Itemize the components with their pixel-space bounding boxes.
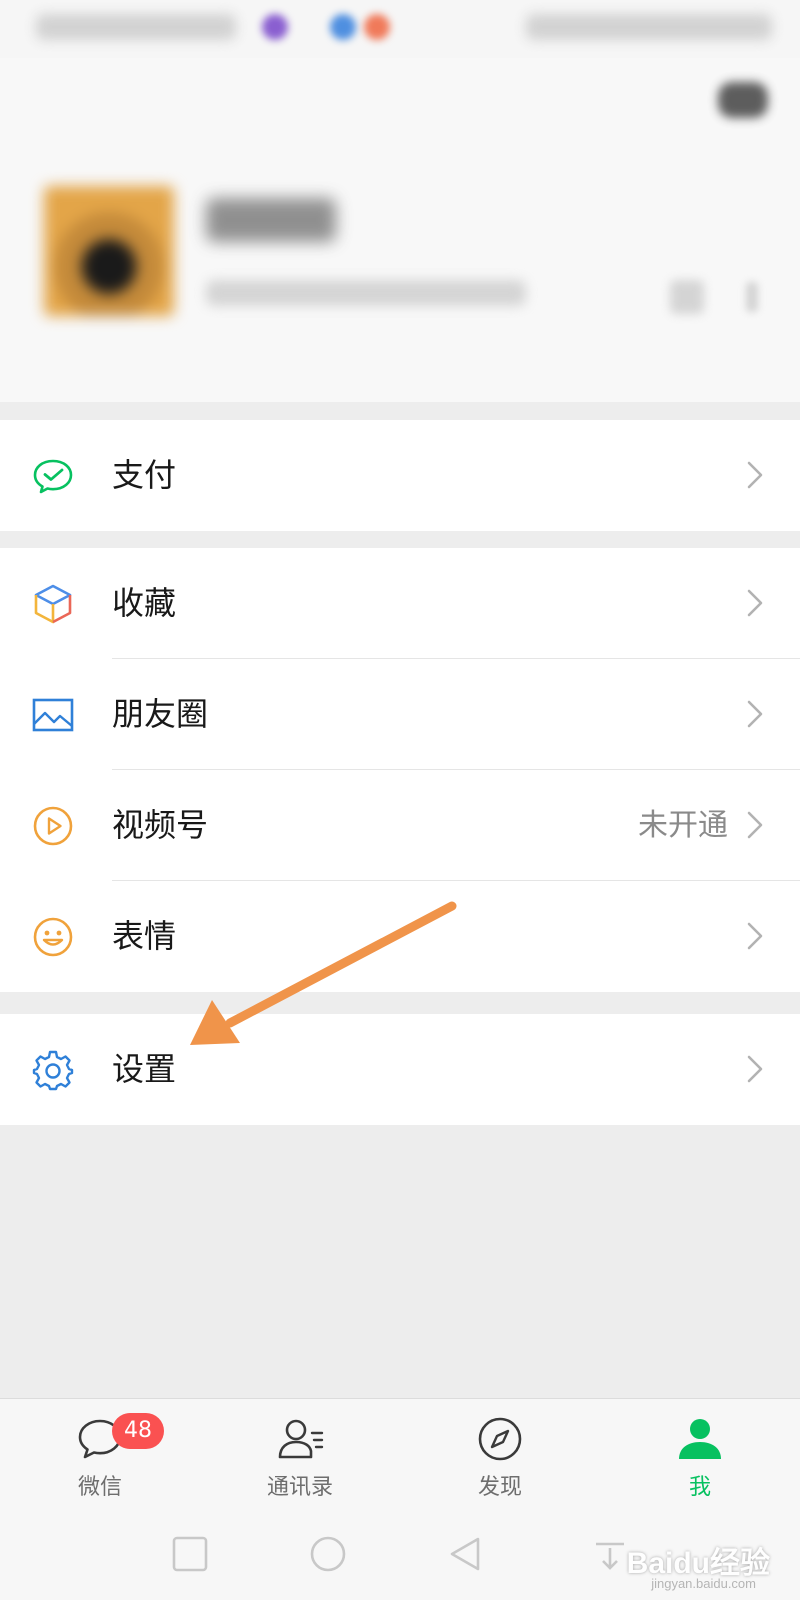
sticker-smile-icon xyxy=(33,917,73,957)
pay-group: 支付 xyxy=(0,420,800,531)
notification-icon xyxy=(364,14,390,40)
gear-icon xyxy=(32,1050,74,1091)
wechat-pay-icon xyxy=(33,459,73,494)
unread-badge: 48 xyxy=(112,1413,164,1449)
settings-group: 设置 xyxy=(0,1014,800,1125)
chevron-right-icon xyxy=(746,282,758,312)
nickname-blurred xyxy=(206,198,336,242)
chevron-right-icon xyxy=(747,811,763,839)
menu-item-value: 未开通 xyxy=(638,808,728,843)
battery-time-blur xyxy=(526,14,772,40)
favorites-cube-icon xyxy=(34,584,72,624)
compass-icon xyxy=(478,1417,522,1461)
tab-label: 通讯录 xyxy=(266,1475,333,1500)
notification-pulldown-icon[interactable] xyxy=(590,1534,630,1574)
profile-header[interactable] xyxy=(0,58,800,402)
menu-item-label: 朋友圈 xyxy=(112,695,209,733)
back-triangle-icon[interactable] xyxy=(446,1534,486,1574)
home-circle-icon[interactable] xyxy=(308,1534,348,1574)
channels-play-icon xyxy=(33,806,73,846)
contacts-icon xyxy=(278,1419,324,1459)
menu-item-label: 设置 xyxy=(112,1050,177,1088)
menu-item-favorites[interactable]: 收藏 xyxy=(0,548,800,659)
features-group: 收藏 朋友圈 视频号 未开通 表情 xyxy=(0,548,800,992)
tab-label: 我 xyxy=(688,1475,711,1500)
menu-item-channels[interactable]: 视频号 未开通 xyxy=(0,770,800,881)
tab-me[interactable]: 我 xyxy=(600,1399,800,1513)
menu-item-label: 收藏 xyxy=(112,584,177,622)
notification-icon xyxy=(262,14,288,40)
chevron-right-icon xyxy=(747,461,763,489)
qr-code-icon[interactable] xyxy=(670,280,704,314)
recents-square-icon[interactable] xyxy=(170,1534,210,1574)
menu-item-pay[interactable]: 支付 xyxy=(0,420,800,531)
tab-chats[interactable]: 48 微信 xyxy=(0,1399,200,1513)
menu-item-settings[interactable]: 设置 xyxy=(0,1014,800,1125)
chevron-right-icon xyxy=(747,589,763,617)
chevron-right-icon xyxy=(747,922,763,950)
carrier-signal-blur xyxy=(36,14,236,40)
menu-item-label: 表情 xyxy=(112,917,177,955)
tab-label: 发现 xyxy=(477,1475,522,1500)
camera-icon[interactable] xyxy=(718,82,768,118)
person-icon xyxy=(679,1419,721,1459)
menu-item-label: 视频号 xyxy=(112,806,209,844)
status-bar xyxy=(0,0,800,58)
menu-item-moments[interactable]: 朋友圈 xyxy=(0,659,800,770)
avatar[interactable] xyxy=(44,186,174,316)
menu-item-stickers[interactable]: 表情 xyxy=(0,881,800,992)
tab-discover[interactable]: 发现 xyxy=(400,1399,600,1513)
menu-item-label: 支付 xyxy=(112,456,177,494)
moments-image-icon xyxy=(32,698,74,732)
system-nav-bar: Baidu经验 jingyan.baidu.com xyxy=(0,1512,800,1600)
tab-contacts[interactable]: 通讯录 xyxy=(200,1399,400,1513)
notification-icon xyxy=(330,14,356,40)
chevron-right-icon xyxy=(747,1055,763,1083)
tab-bar: 48 微信 通讯录 发现 我 xyxy=(0,1398,800,1513)
tab-label: 微信 xyxy=(77,1475,122,1500)
chevron-right-icon xyxy=(747,700,763,728)
watermark-url: jingyan.baidu.com xyxy=(651,1576,756,1591)
wechat-id-blurred xyxy=(206,280,526,306)
